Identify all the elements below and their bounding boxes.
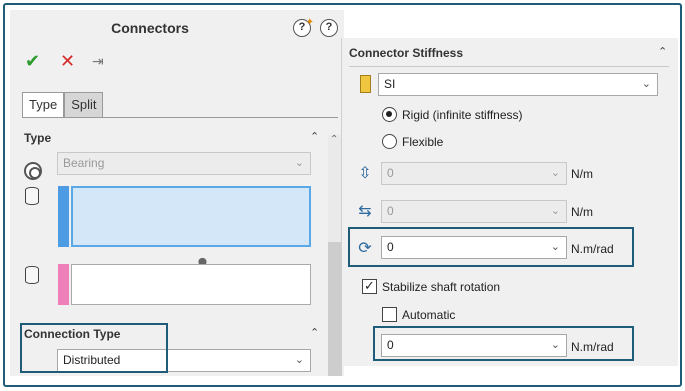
tab-split[interactable]: Split xyxy=(64,92,104,118)
housing-face-icon xyxy=(25,266,39,284)
tab-divider xyxy=(22,117,338,118)
whats-new-help-icon[interactable]: ? ✦ xyxy=(293,17,314,37)
unit-system-value: SI xyxy=(384,77,396,91)
flexible-radio[interactable] xyxy=(382,134,397,149)
selection-color-bar-blue xyxy=(58,186,69,247)
second-selection-box[interactable] xyxy=(71,264,311,305)
pin-icon[interactable]: ⇥ xyxy=(92,54,104,68)
bearing-icon xyxy=(24,162,42,180)
rigid-label: Rigid (infinite stiffness) xyxy=(402,108,523,122)
unit-system-dropdown[interactable]: SI ⌄ xyxy=(378,73,658,96)
cylindrical-face-icon xyxy=(25,187,39,205)
type-section-heading: Type xyxy=(24,131,52,145)
connection-type-collapse-chevron-icon[interactable]: ⌃ xyxy=(310,326,319,339)
lateral-stiffness-unit: N/m xyxy=(571,205,593,219)
chevron-down-icon: ⌄ xyxy=(294,354,304,366)
stabilize-stiffness-highlight xyxy=(373,326,634,361)
unit-system-icon xyxy=(360,75,371,93)
scroll-up-arrow-icon[interactable]: ⌃ xyxy=(330,134,338,145)
scrollbar-thumb[interactable] xyxy=(328,242,342,376)
help-icon[interactable]: ? xyxy=(320,19,338,37)
chevron-down-icon: ⌄ xyxy=(294,157,304,169)
connectors-property-manager: Connectors ? ✦ ? ✔ ✕ ⇥ Type Split ⌃ Type … xyxy=(10,10,344,376)
ok-check-icon[interactable]: ✔ xyxy=(25,52,40,70)
connector-stiffness-panel: Connector Stiffness ⌃ SI ⌄ Rigid (infini… xyxy=(341,38,678,366)
automatic-label: Automatic xyxy=(402,308,456,322)
flexible-label: Flexible xyxy=(402,135,444,149)
first-selection-box[interactable] xyxy=(71,186,311,247)
lateral-stiffness-value: 0 xyxy=(387,204,394,218)
panel-title: Connectors xyxy=(111,20,189,36)
stiffness-section-heading: Connector Stiffness xyxy=(349,46,464,60)
axial-stiffness-value: 0 xyxy=(387,166,394,180)
automatic-checkbox[interactable] xyxy=(382,307,397,322)
axial-stiffness-icon: ⇳ xyxy=(358,165,372,182)
chevron-down-icon: ⌄ xyxy=(550,167,560,179)
connector-type-dropdown[interactable]: Bearing ⌄ xyxy=(57,152,311,175)
section-divider xyxy=(349,66,669,67)
stabilize-shaft-checkbox[interactable]: ✓ xyxy=(362,279,377,294)
tab-strip: Type Split xyxy=(22,92,104,118)
cancel-x-icon[interactable]: ✕ xyxy=(60,52,75,70)
stiffness-collapse-chevron-icon[interactable]: ⌃ xyxy=(658,45,667,58)
connection-type-highlight xyxy=(20,323,168,373)
axial-stiffness-unit: N/m xyxy=(571,167,593,181)
selection-color-bar-pink xyxy=(58,264,69,305)
chevron-down-icon: ⌄ xyxy=(550,205,560,217)
lateral-stiffness-icon: ⇆ xyxy=(358,203,372,220)
type-collapse-chevron-icon[interactable]: ⌃ xyxy=(310,130,319,143)
rotational-stiffness-highlight xyxy=(348,227,634,267)
chevron-down-icon: ⌄ xyxy=(641,78,651,90)
stabilize-shaft-label: Stabilize shaft rotation xyxy=(382,280,501,294)
rigid-radio[interactable] xyxy=(382,107,397,122)
lateral-stiffness-field: 0 ⌄ xyxy=(381,200,567,223)
tab-type[interactable]: Type xyxy=(22,92,65,118)
axial-stiffness-field: 0 ⌄ xyxy=(381,162,567,185)
connector-type-value: Bearing xyxy=(63,156,105,170)
